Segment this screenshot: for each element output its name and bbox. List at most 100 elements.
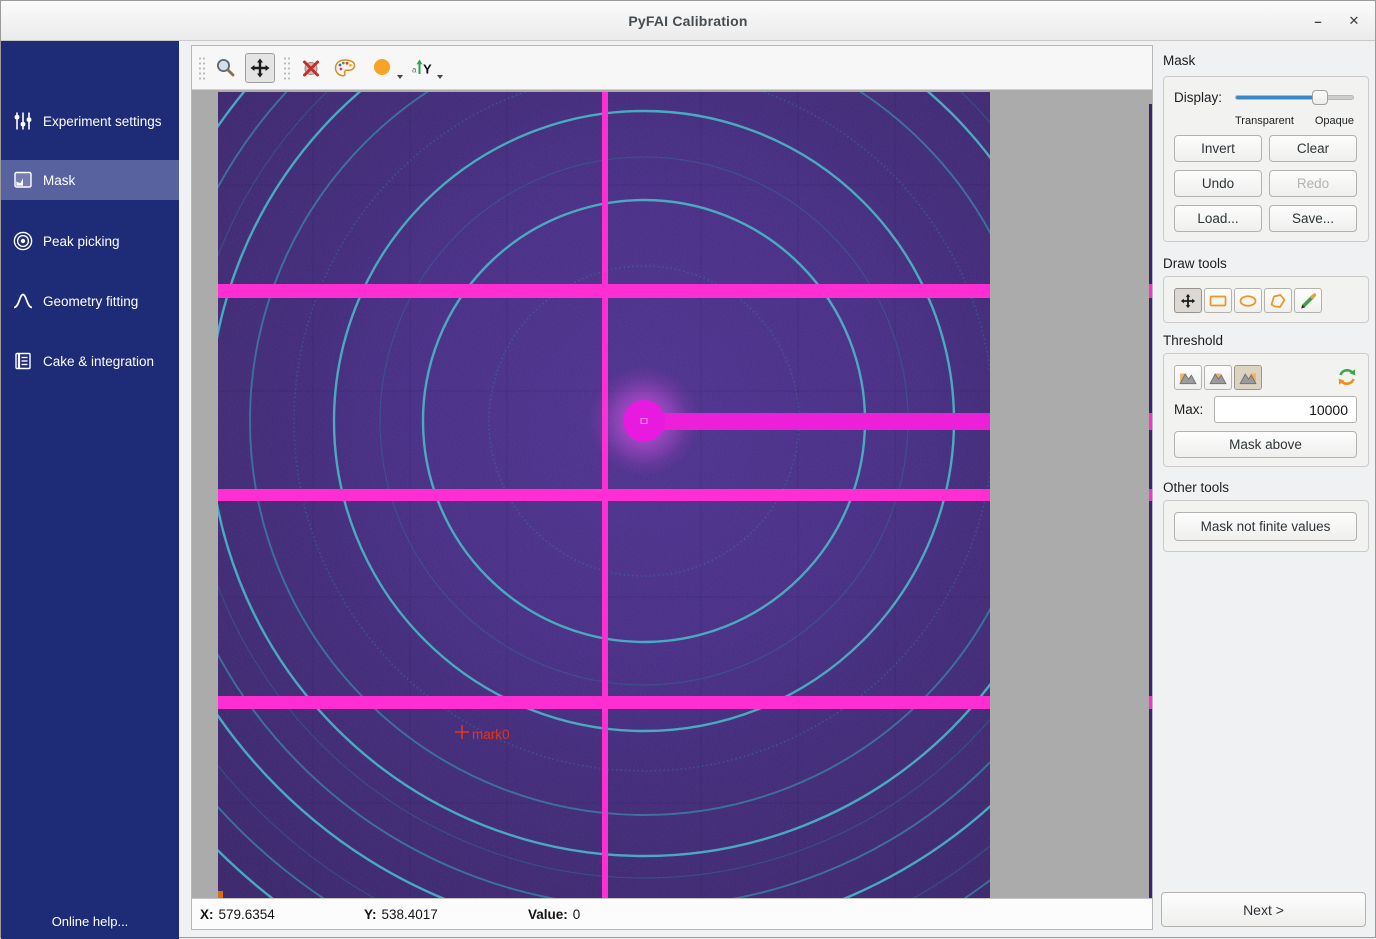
minimize-button[interactable]: – [1305, 9, 1331, 33]
sidebar-item-label: Cake & integration [43, 354, 154, 369]
marker-color-button[interactable] [368, 53, 398, 83]
peak-picking-icon [12, 230, 34, 252]
draw-rectangle-button[interactable] [1204, 288, 1232, 313]
refresh-icon [1336, 366, 1358, 388]
reload-threshold-button[interactable] [1334, 364, 1360, 390]
threshold-title: Threshold [1163, 333, 1223, 348]
red-cross-circle-icon [299, 56, 323, 80]
status-y-label: Y: [364, 907, 377, 922]
max-label: Max: [1174, 402, 1203, 417]
crosshair-reset-button[interactable] [296, 53, 326, 83]
status-value: 0 [573, 907, 581, 922]
sidebar-item-label: Geometry fitting [43, 294, 138, 309]
peak-marker-label: mark0 [472, 727, 510, 742]
save-button[interactable]: Save... [1269, 205, 1357, 232]
pencil-icon [1298, 292, 1318, 310]
sidebar-item-label: Peak picking [43, 234, 120, 249]
transparent-label: Transparent [1235, 115, 1294, 127]
mask-not-finite-button[interactable]: Mask not finite values [1174, 512, 1357, 541]
titlebar: PyFAI Calibration – ✕ [1, 1, 1375, 41]
clear-button[interactable]: Clear [1269, 135, 1357, 162]
window-title: PyFAI Calibration [628, 13, 747, 29]
edge-sliver-mask-segment [1149, 284, 1152, 298]
histogram-below-icon [1179, 370, 1197, 385]
orange-circle-icon [372, 57, 394, 79]
display-slider[interactable] [1235, 95, 1354, 100]
y-axis-orientation-button[interactable]: a Y [408, 53, 438, 83]
max-threshold-input[interactable] [1214, 396, 1357, 423]
app-window: PyFAI Calibration – ✕ Experiment setting… [0, 0, 1376, 938]
cake-integration-icon [12, 350, 34, 372]
ellipse-icon [1238, 293, 1258, 309]
mask-image-icon [12, 169, 34, 191]
pan-mode-button[interactable] [245, 53, 275, 83]
zoom-mode-button[interactable] [211, 53, 241, 83]
load-button[interactable]: Load... [1174, 205, 1262, 232]
geometry-fitting-icon [12, 290, 34, 312]
draw-polygon-button[interactable] [1264, 288, 1292, 313]
diffraction-overlay: mark0 [218, 92, 990, 900]
online-help-link[interactable]: Online help... [1, 914, 179, 929]
next-button[interactable]: Next > [1161, 892, 1366, 927]
colormap-button[interactable] [330, 53, 360, 83]
y-axis-up-icon: a Y [410, 56, 436, 80]
sliders-icon [12, 110, 34, 132]
status-y-value: 538.4017 [382, 907, 438, 922]
display-slider-handle[interactable] [1312, 90, 1328, 105]
sidebar-item-label: Experiment settings [43, 114, 162, 129]
undo-button[interactable]: Undo [1174, 170, 1262, 197]
sidebar-item-cake-integration[interactable]: Cake & integration [1, 341, 179, 381]
palette-icon [332, 56, 358, 80]
mask-below-threshold-button[interactable] [1174, 365, 1202, 390]
edge-sliver-mask-segment [1149, 489, 1152, 501]
draw-pan-button[interactable] [1174, 288, 1202, 313]
toolbar-grip[interactable] [283, 56, 290, 80]
histogram-above-icon [1239, 370, 1257, 385]
toolbar-grip[interactable] [198, 56, 205, 80]
plot-statusbar: X: 579.6354 Y: 538.4017 Value: 0 [192, 898, 1152, 929]
status-value-label: Value: [528, 907, 568, 922]
status-x-label: X: [200, 907, 214, 922]
sidebar-item-peak-picking[interactable]: Peak picking [1, 221, 179, 261]
display-slider-fill [1236, 96, 1320, 99]
close-button[interactable]: ✕ [1341, 9, 1367, 33]
svg-text:Y: Y [423, 61, 432, 76]
threshold-group: Max: Mask above [1163, 353, 1369, 467]
magnifier-icon [214, 56, 238, 80]
polygon-icon [1268, 292, 1288, 310]
sidebar-item-mask[interactable]: Mask [1, 160, 179, 200]
edge-sliver-mask-segment [1149, 413, 1152, 430]
histogram-between-icon [1209, 370, 1227, 385]
draw-ellipse-button[interactable] [1234, 288, 1262, 313]
svg-text:a: a [412, 65, 417, 74]
mask-panel: Mask Display: Transparent Opaque Invert … [1161, 41, 1371, 939]
invert-button[interactable]: Invert [1174, 135, 1262, 162]
sidebar: Experiment settings Mask Peak picking Ge… [1, 41, 179, 939]
other-tools-title: Other tools [1163, 480, 1229, 495]
display-label: Display: [1174, 90, 1222, 105]
plot-canvas[interactable]: mark0 [192, 89, 1152, 900]
sidebar-item-geometry-fitting[interactable]: Geometry fitting [1, 281, 179, 321]
sidebar-item-experiment-settings[interactable]: Experiment settings [1, 101, 179, 141]
mask-panel-title: Mask [1163, 53, 1195, 68]
pan-arrows-icon [248, 56, 272, 80]
sidebar-item-label: Mask [43, 173, 75, 188]
image-edge-sliver [1149, 104, 1152, 898]
draw-tools-group [1163, 276, 1369, 323]
pan-arrows-icon [1179, 292, 1197, 310]
other-tools-group: Mask not finite values [1163, 500, 1369, 552]
mask-group: Display: Transparent Opaque Invert Clear… [1163, 76, 1369, 242]
dropdown-caret-icon [397, 75, 403, 79]
mask-above-button[interactable]: Mask above [1174, 431, 1357, 458]
mask-above-threshold-button[interactable] [1234, 365, 1262, 390]
opaque-label: Opaque [1315, 115, 1354, 127]
diffraction-image[interactable]: mark0 [218, 92, 990, 900]
dropdown-caret-icon [437, 75, 443, 79]
status-x-value: 579.6354 [219, 907, 275, 922]
plot-window: a Y mark0 X: 579.6354 Y: 538.4017 Value: 0 [191, 45, 1153, 930]
draw-pencil-button[interactable] [1294, 288, 1322, 313]
plot-toolbar: a Y [192, 46, 1152, 89]
mask-between-threshold-button[interactable] [1204, 365, 1232, 390]
redo-button[interactable]: Redo [1269, 170, 1357, 197]
rectangle-icon [1208, 293, 1228, 309]
